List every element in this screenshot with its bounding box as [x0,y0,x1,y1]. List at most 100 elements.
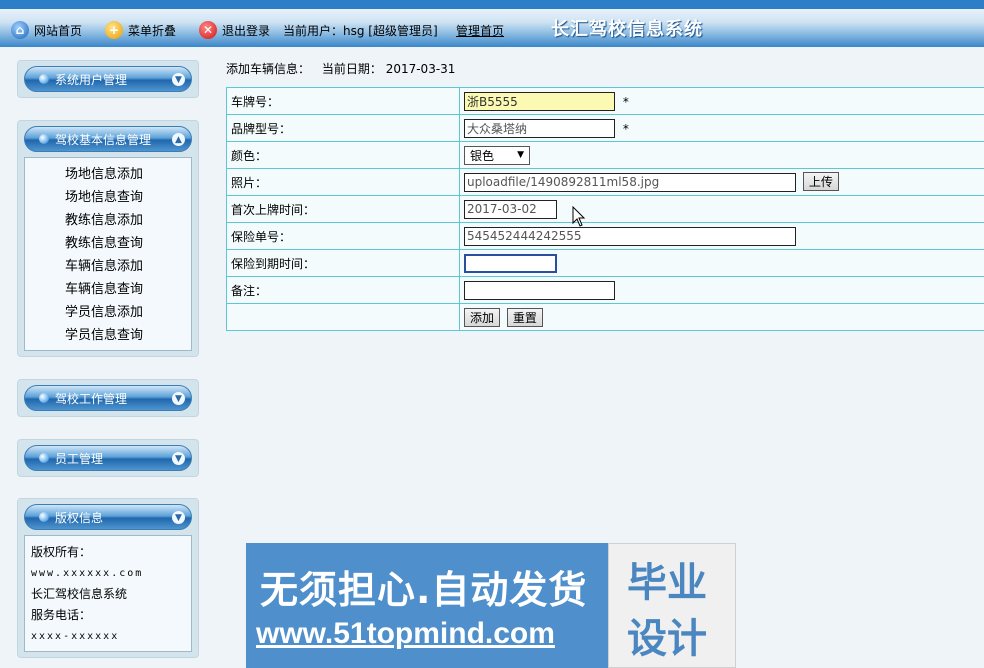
current-date-label: 当前日期： [321,62,382,76]
color-select[interactable]: 银色 ▼ [464,145,530,165]
panel-title: 员工管理 [55,451,104,466]
panel-staff-management: 员工管理 ▼ [17,439,199,477]
remark-cell [459,276,984,304]
brand-cell: * [459,114,984,142]
menu-item-coach-query[interactable]: 教练信息查询 [25,232,191,255]
required-mark: * [622,94,629,109]
menu-item-student-add[interactable]: 学员信息添加 [25,301,191,324]
panel-title: 版权信息 [55,510,104,525]
panel-user-management: 系统用户管理 ▼ [17,60,199,98]
photo-label: 照片： [226,168,460,196]
chevron-up-icon[interactable]: ▲ [172,133,185,146]
banner-url: www.51topmind.com [256,617,555,650]
panel-header-work[interactable]: 驾校工作管理 ▼ [24,385,192,411]
fold-menu-label: 菜单折叠 [128,23,177,38]
page-title: 添加车辆信息： [226,62,311,76]
upload-button[interactable]: 上传 [802,172,839,192]
admin-home-link[interactable]: 管理首页 [456,20,504,40]
color-label: 颜色： [226,141,460,169]
copyright-phone: xxxx-xxxxxx [31,631,120,642]
first-date-cell [459,195,984,223]
actions-spacer [226,303,460,331]
policy-label: 保险单号： [226,222,460,250]
panel-header-copyright[interactable]: 版权信息 ▼ [24,504,192,530]
photo-path-input[interactable] [464,172,796,192]
panel-work-management: 驾校工作管理 ▼ [17,379,199,417]
basic-menu-list: 场地信息添加 场地信息查询 教练信息添加 教练信息查询 车辆信息添加 车辆信息查… [24,157,192,351]
remark-input[interactable] [464,280,615,300]
form-row-photo: 照片： 上传 [226,168,984,196]
home-link[interactable]: ⌂ 网站首页 [11,20,82,40]
panel-copyright: 版权信息 ▼ 版权所有： www.xxxxxx.com 长汇驾校信息系统 服务电… [17,498,199,658]
banner-badge-line1: 毕业 [627,560,707,606]
copyright-owner-label: 版权所有： [31,545,92,559]
panel-header-basic[interactable]: 驾校基本信息管理 ▲ [24,126,192,152]
banner-badge: 毕业 设计 [608,543,736,668]
current-user: 当前用户：hsg [超级管理员] [283,23,438,38]
add-button[interactable]: 添加 [464,307,501,327]
chevron-down-icon[interactable]: ▼ [172,452,185,465]
logout-link[interactable]: ✕ 退出登录 [199,20,270,40]
copyright-system-name: 长汇驾校信息系统 [31,587,128,601]
plate-input[interactable] [464,91,615,111]
bullet-icon [39,393,49,403]
bullet-icon [39,134,49,144]
photo-cell: 上传 [459,168,984,196]
panel-basic-info: 驾校基本信息管理 ▲ 场地信息添加 场地信息查询 教练信息添加 教练信息查询 车… [17,120,199,357]
plate-cell: * [459,87,984,115]
banner-slogan: 无须担心.自动发货 [260,568,588,612]
ad-banner[interactable]: 无须担心.自动发货 www.51topmind.com 毕业 设计 [246,543,736,668]
form-row-actions: 添加 重置 [226,303,984,331]
fold-menu-link[interactable]: + 菜单折叠 [105,20,176,40]
expire-cell [459,249,984,277]
menu-item-vehicle-add[interactable]: 车辆信息添加 [25,255,191,278]
logout-label: 退出登录 [222,23,271,38]
panel-title: 系统用户管理 [55,72,128,87]
bullet-icon [39,512,49,522]
menu-item-site-add[interactable]: 场地信息添加 [25,163,191,186]
first-date-input[interactable] [464,199,557,219]
panel-header-staff[interactable]: 员工管理 ▼ [24,445,192,471]
banner-badge-line2: 设计 [627,616,707,662]
brand-input[interactable] [464,118,615,138]
form-row-brand: 品牌型号： * [226,114,984,142]
page-heading: 添加车辆信息： 当前日期： 2017-03-31 [226,60,455,77]
top-bar: ⌂ 网站首页 + 菜单折叠 ✕ 退出登录 当前用户：hsg [超级管理员] 管理… [0,0,984,47]
copyright-phone-label: 服务电话： [31,608,92,622]
dropdown-arrow-icon: ▼ [517,150,524,160]
bullet-icon [39,74,49,84]
panel-header-user[interactable]: 系统用户管理 ▼ [24,66,192,92]
menu-item-coach-add[interactable]: 教练信息添加 [25,209,191,232]
brand-label: 品牌型号： [226,114,460,142]
menu-item-student-query[interactable]: 学员信息查询 [25,324,191,347]
menu-item-site-query[interactable]: 场地信息查询 [25,186,191,209]
form-row-first-date: 首次上牌时间： [226,195,984,223]
required-mark: * [622,121,629,136]
copyright-body: 版权所有： www.xxxxxx.com 长汇驾校信息系统 服务电话： xxxx… [24,535,192,652]
expire-label: 保险到期时间： [226,249,460,277]
expire-date-input[interactable] [464,253,557,273]
form-row-color: 颜色： 银色 ▼ [226,141,984,169]
globe-icon: ⌂ [11,21,29,39]
color-select-value: 银色 [470,148,495,163]
chevron-down-icon[interactable]: ▼ [172,392,185,405]
menu-item-vehicle-query[interactable]: 车辆信息查询 [25,278,191,301]
current-date-value: 2017-03-31 [385,62,456,76]
form-row-plate: 车牌号： * [226,87,984,115]
form-row-remark: 备注： [226,276,984,304]
plate-label: 车牌号： [226,87,460,115]
reset-button[interactable]: 重置 [506,307,543,327]
policy-number-input[interactable] [464,226,796,246]
chevron-down-icon[interactable]: ▼ [172,73,185,86]
mouse-cursor-icon [572,206,586,227]
copyright-website: www.xxxxxx.com [31,568,144,579]
remark-label: 备注： [226,276,460,304]
actions-cell: 添加 重置 [459,303,984,331]
system-title: 长汇驾校信息系统 [551,19,703,40]
bullet-icon [39,453,49,463]
form-row-policy: 保险单号： [226,222,984,250]
home-link-label: 网站首页 [34,23,83,38]
first-date-label: 首次上牌时间： [226,195,460,223]
chevron-down-icon[interactable]: ▼ [172,511,185,524]
policy-cell [459,222,984,250]
